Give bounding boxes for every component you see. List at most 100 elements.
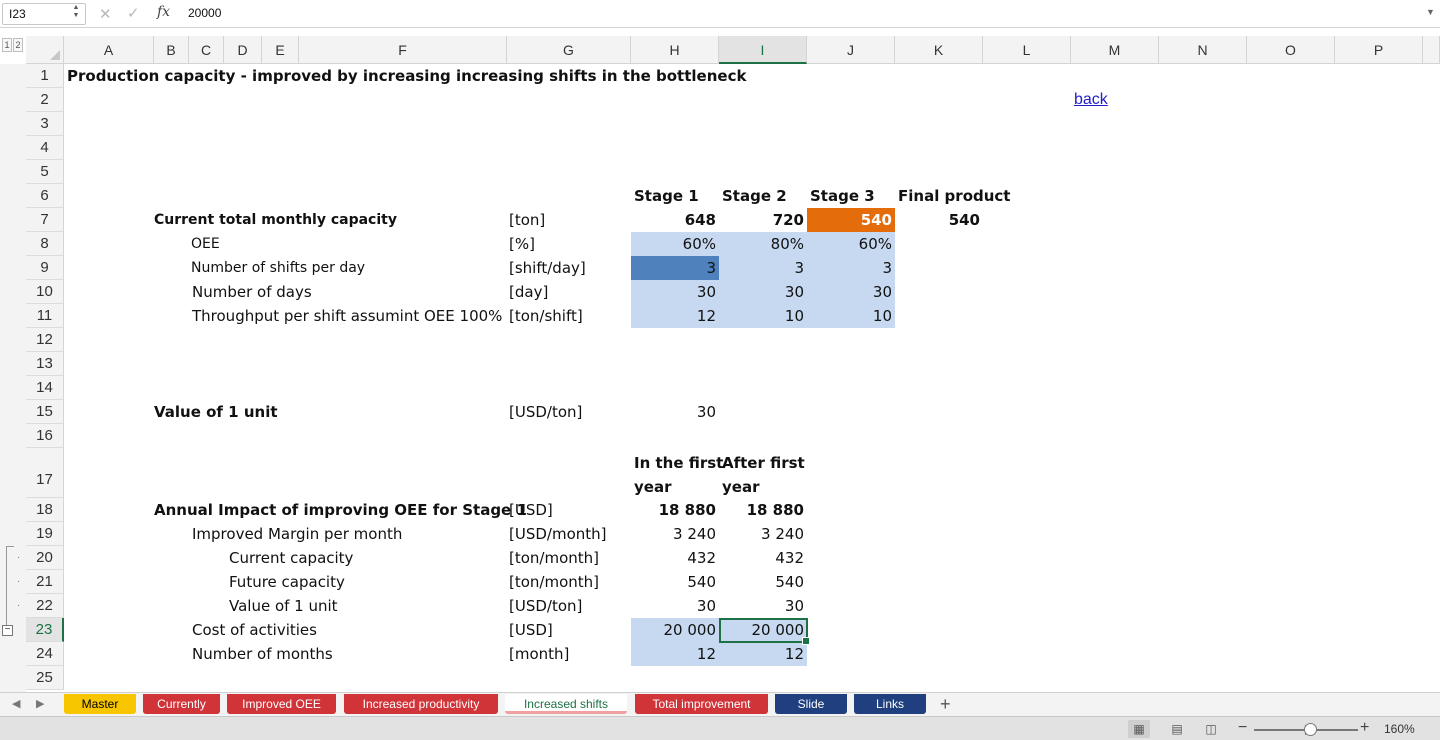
expand-formula-bar-icon[interactable]: ▼ xyxy=(1426,7,1435,17)
future-capacity-unit[interactable]: [ton/month] xyxy=(509,570,599,594)
row-header-2[interactable]: 2 xyxy=(26,88,64,112)
days-stage-2[interactable]: 30 xyxy=(719,280,807,304)
future-capacity-after-first-year[interactable]: 540 xyxy=(719,570,807,594)
throughput-stage-1[interactable]: 12 xyxy=(631,304,719,328)
oee-stage-2[interactable]: 80% xyxy=(719,232,807,256)
cost-of-activities-unit[interactable]: [USD] xyxy=(509,618,553,642)
row-header-7[interactable]: 7 xyxy=(26,208,64,232)
unit-value-unit[interactable]: [USD/ton] xyxy=(509,400,582,424)
sheet-tab-total-improvement[interactable]: Total improvement xyxy=(635,694,768,714)
column-header-n[interactable]: N xyxy=(1159,36,1247,64)
row-header-21[interactable]: 21 xyxy=(26,570,64,594)
future-capacity-first-year[interactable]: 540 xyxy=(631,570,719,594)
sheet-tab-improved-oee[interactable]: Improved OEE xyxy=(227,694,336,714)
unit-value-amount[interactable]: 30 xyxy=(631,400,719,424)
column-header-m[interactable]: M xyxy=(1071,36,1159,64)
capacity-unit[interactable]: [ton] xyxy=(509,208,545,232)
column-header-c[interactable]: C xyxy=(189,36,224,64)
back-link[interactable]: back xyxy=(1074,88,1108,112)
annual-impact-after-first-year[interactable]: 18 880 xyxy=(719,498,807,522)
row-header-5[interactable]: 5 xyxy=(26,160,64,184)
cost-of-activities-first-year[interactable]: 20 000 xyxy=(631,618,719,642)
column-header-overflow[interactable] xyxy=(1423,36,1440,64)
sheet-title[interactable]: Production capacity - improved by increa… xyxy=(67,64,746,88)
zoom-slider-thumb[interactable] xyxy=(1304,723,1317,736)
enter-icon[interactable]: ✓ xyxy=(127,4,140,22)
sheet-tab-increased-shifts[interactable]: Increased shifts xyxy=(505,694,627,714)
throughput-unit[interactable]: [ton/shift] xyxy=(509,304,583,328)
shifts-label[interactable]: Number of shifts per day xyxy=(191,256,365,280)
throughput-label[interactable]: Throughput per shift assumint OEE 100% xyxy=(192,304,502,328)
number-of-months-label[interactable]: Number of months xyxy=(192,642,333,666)
period-first-year-header-line1[interactable]: In the first xyxy=(634,451,723,475)
prev-sheet-arrow-icon[interactable]: ◀ xyxy=(12,697,20,710)
row-header-16[interactable]: 16 xyxy=(26,424,64,448)
column-header-a[interactable]: A xyxy=(64,36,154,64)
current-capacity-label[interactable]: Current capacity xyxy=(229,546,353,570)
capacity-stage-2[interactable]: 720 xyxy=(719,208,807,232)
days-label[interactable]: Number of days xyxy=(192,280,312,304)
row-header-18[interactable]: 18 xyxy=(26,498,64,522)
period-after-first-year-header-line1[interactable]: After first xyxy=(722,451,805,475)
row-header-14[interactable]: 14 xyxy=(26,376,64,400)
number-of-months-first-year[interactable]: 12 xyxy=(631,642,719,666)
row-header-1[interactable]: 1 xyxy=(26,64,64,88)
oee-label[interactable]: OEE xyxy=(191,232,220,256)
normal-view-icon[interactable]: ▦ xyxy=(1128,720,1150,738)
capacity-stage-1[interactable]: 648 xyxy=(631,208,719,232)
column-header-p[interactable]: P xyxy=(1335,36,1423,64)
oee-stage-1[interactable]: 60% xyxy=(631,232,719,256)
stage-1-header[interactable]: Stage 1 xyxy=(634,184,699,208)
impact-unit-value-label[interactable]: Value of 1 unit xyxy=(229,594,338,618)
capacity-label[interactable]: Current total monthly capacity xyxy=(154,208,397,232)
improved-margin-after-first-year[interactable]: 3 240 xyxy=(719,522,807,546)
row-header-23[interactable]: 23 xyxy=(26,618,64,642)
sheet-tab-currently[interactable]: Currently xyxy=(143,694,220,714)
column-header-d[interactable]: D xyxy=(224,36,262,64)
row-header-10[interactable]: 10 xyxy=(26,280,64,304)
oee-stage-3[interactable]: 60% xyxy=(807,232,895,256)
annual-impact-label[interactable]: Annual Impact of improving OEE for Stage… xyxy=(154,498,527,522)
active-cell-selection[interactable] xyxy=(719,618,810,645)
throughput-stage-2[interactable]: 10 xyxy=(719,304,807,328)
outline-collapse-button[interactable]: − xyxy=(2,625,13,636)
cell-grid[interactable]: Production capacity - improved by increa… xyxy=(64,64,1440,692)
current-capacity-unit[interactable]: [ton/month] xyxy=(509,546,599,570)
impact-unit-value-after-first-year[interactable]: 30 xyxy=(719,594,807,618)
days-unit[interactable]: [day] xyxy=(509,280,548,304)
row-header-13[interactable]: 13 xyxy=(26,352,64,376)
number-of-months-after-first-year[interactable]: 12 xyxy=(719,642,807,666)
row-header-25[interactable]: 25 xyxy=(26,666,64,690)
row-header-8[interactable]: 8 xyxy=(26,232,64,256)
zoom-level[interactable]: 160% xyxy=(1384,722,1415,736)
capacity-stage-3-bottleneck[interactable]: 540 xyxy=(807,208,895,232)
name-box-dropdown-icon[interactable]: ▲ ▼ xyxy=(70,4,82,22)
column-header-b[interactable]: B xyxy=(154,36,189,64)
page-break-icon[interactable]: ◫ xyxy=(1200,720,1222,738)
improved-margin-first-year[interactable]: 3 240 xyxy=(631,522,719,546)
oee-unit[interactable]: [%] xyxy=(509,232,535,256)
row-header-22[interactable]: 22 xyxy=(26,594,64,618)
row-header-12[interactable]: 12 xyxy=(26,328,64,352)
row-header-11[interactable]: 11 xyxy=(26,304,64,328)
shifts-unit[interactable]: [shift/day] xyxy=(509,256,586,280)
column-header-j[interactable]: J xyxy=(807,36,895,64)
row-header-4[interactable]: 4 xyxy=(26,136,64,160)
row-header-24[interactable]: 24 xyxy=(26,642,64,666)
improved-margin-label[interactable]: Improved Margin per month xyxy=(192,522,402,546)
row-header-20[interactable]: 20 xyxy=(26,546,64,570)
column-header-e[interactable]: E xyxy=(262,36,299,64)
fx-icon[interactable]: fx xyxy=(157,4,170,20)
zoom-out-button[interactable]: − xyxy=(1238,719,1247,737)
row-header-6[interactable]: 6 xyxy=(26,184,64,208)
column-header-k[interactable]: K xyxy=(895,36,983,64)
unit-value-label[interactable]: Value of 1 unit xyxy=(154,400,278,424)
days-stage-1[interactable]: 30 xyxy=(631,280,719,304)
throughput-stage-3[interactable]: 10 xyxy=(807,304,895,328)
current-capacity-first-year[interactable]: 432 xyxy=(631,546,719,570)
annual-impact-first-year[interactable]: 18 880 xyxy=(631,498,719,522)
improved-margin-unit[interactable]: [USD/month] xyxy=(509,522,607,546)
annual-impact-unit[interactable]: [USD] xyxy=(509,498,553,522)
column-header-h[interactable]: H xyxy=(631,36,719,64)
final-product-header[interactable]: Final product xyxy=(898,184,1010,208)
